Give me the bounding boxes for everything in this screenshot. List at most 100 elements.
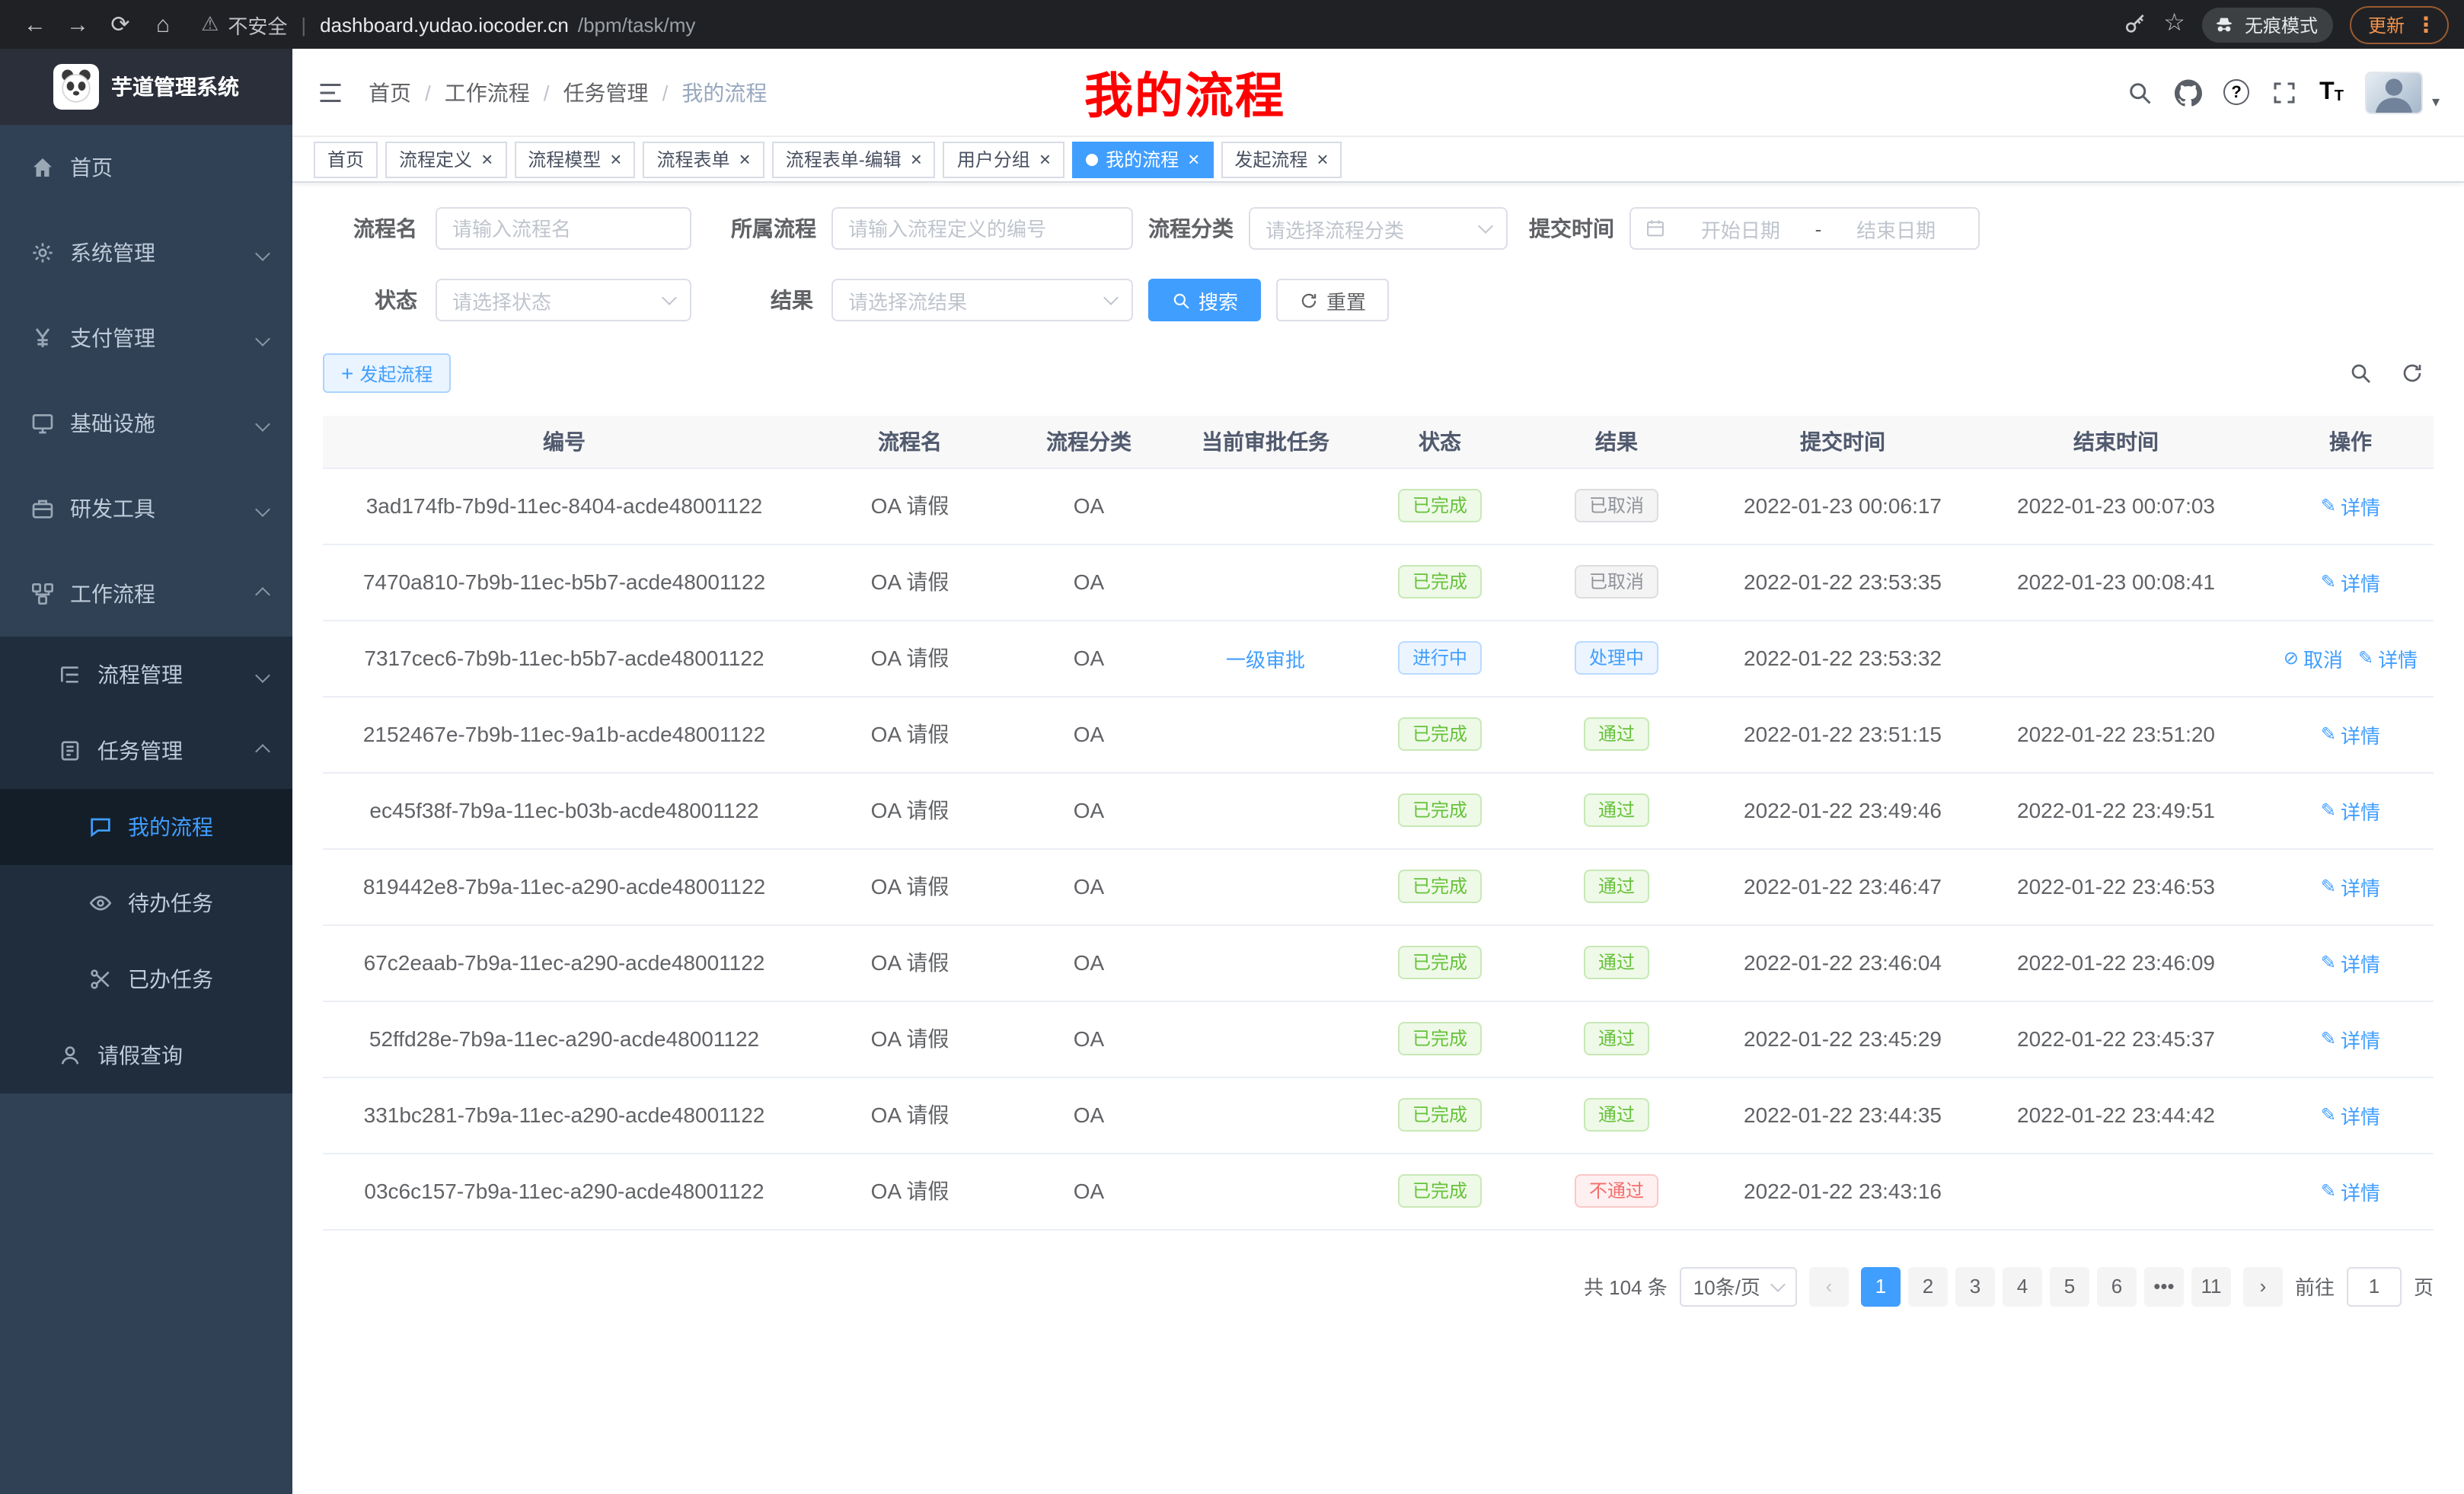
hamburger-icon[interactable]: [317, 78, 344, 106]
tab-process-definition[interactable]: 流程定义×: [385, 141, 506, 177]
submit-time-range-picker[interactable]: 开始日期 - 结束日期: [1629, 207, 1980, 250]
category-select[interactable]: 请选择流程分类: [1249, 207, 1508, 250]
close-icon[interactable]: ×: [739, 149, 751, 169]
result-select[interactable]: 请选择流结果: [831, 279, 1133, 321]
next-page-button[interactable]: ›: [2243, 1266, 2283, 1306]
toolbar-refresh-button[interactable]: [2400, 361, 2424, 385]
process-name-input[interactable]: [436, 207, 691, 250]
page-button-11[interactable]: 11: [2191, 1266, 2231, 1306]
detail-link[interactable]: ✎详情: [2321, 567, 2380, 596]
fullscreen-icon[interactable]: [2271, 78, 2298, 106]
help-icon[interactable]: ?: [2223, 79, 2249, 105]
address-bar[interactable]: ⚠ 不安全 | dashboard.yudao.iocoder.cn/bpm/t…: [201, 10, 2119, 39]
detail-link[interactable]: ✎详情: [2321, 1100, 2380, 1129]
page-ellipsis[interactable]: •••: [2144, 1266, 2184, 1306]
security-label[interactable]: 不安全: [228, 10, 287, 39]
sidebar-item-infrastructure[interactable]: 基础设施: [0, 381, 292, 466]
breadcrumb-item[interactable]: 首页: [369, 77, 411, 107]
close-icon[interactable]: ×: [1317, 149, 1328, 169]
close-icon[interactable]: ×: [1039, 149, 1051, 169]
back-icon[interactable]: ←: [15, 5, 55, 44]
reset-button[interactable]: 重置: [1276, 279, 1389, 321]
sidebar-item-todo-tasks[interactable]: 待办任务: [0, 865, 292, 941]
browser-home-icon[interactable]: ⌂: [143, 5, 183, 44]
page-size-select[interactable]: 10条/页: [1680, 1266, 1797, 1306]
sidebar-item-process-mgmt[interactable]: 流程管理: [0, 637, 292, 713]
cell-submit-time: 2022-01-22 23:51:15: [1721, 696, 1964, 772]
cell-status: 已完成: [1368, 772, 1512, 848]
action-label: 详情: [2341, 948, 2380, 977]
process-def-input[interactable]: [831, 207, 1133, 250]
goto-page-input[interactable]: [2347, 1266, 2402, 1306]
tab-user-group[interactable]: 用户分组×: [943, 141, 1064, 177]
table-row: 2152467e-7b9b-11ec-9a1b-acde48001122OA 请…: [323, 696, 2434, 772]
app-logo[interactable]: 芋道管理系统: [0, 49, 292, 125]
tab-process-form-edit[interactable]: 流程表单-编辑×: [772, 141, 936, 177]
browser-menu-button[interactable]: 更新 ⋮: [2350, 5, 2449, 43]
table-row: 52ffd28e-7b9a-11ec-a290-acde48001122OA 请…: [323, 1001, 2434, 1077]
breadcrumb-separator: /: [662, 80, 669, 104]
close-icon[interactable]: ×: [911, 149, 922, 169]
tab-start-process[interactable]: 发起流程×: [1221, 141, 1342, 177]
detail-link[interactable]: ✎详情: [2358, 643, 2418, 672]
caret-down-icon[interactable]: ▾: [2432, 94, 2440, 113]
toolbar-search-button[interactable]: [2348, 361, 2373, 385]
detail-link[interactable]: ✎详情: [2321, 491, 2380, 520]
sidebar-item-done-tasks[interactable]: 已办任务: [0, 941, 292, 1017]
detail-link[interactable]: ✎详情: [2321, 948, 2380, 977]
close-icon[interactable]: ×: [1188, 149, 1199, 169]
sidebar-item-label: 请假查询: [97, 1040, 183, 1071]
cancel-link[interactable]: ⊘取消: [2284, 643, 2343, 672]
avatar[interactable]: [2365, 71, 2423, 113]
page-button-3[interactable]: 3: [1955, 1266, 1995, 1306]
tab-process-form[interactable]: 流程表单×: [643, 141, 764, 177]
sidebar-item-workflow[interactable]: 工作流程: [0, 551, 292, 637]
current-task-link[interactable]: 一级审批: [1226, 643, 1305, 672]
key-icon[interactable]: [2122, 12, 2146, 37]
sidebar-item-home[interactable]: 首页: [0, 125, 292, 210]
breadcrumb-item[interactable]: 任务管理: [563, 77, 649, 107]
reload-icon[interactable]: ⟳: [101, 5, 140, 44]
breadcrumb-item[interactable]: 工作流程: [445, 77, 530, 107]
result-tag: 通过: [1585, 870, 1649, 903]
sidebar-item-dev-tools[interactable]: 研发工具: [0, 466, 292, 551]
status-tag: 进行中: [1399, 641, 1481, 675]
sidebar-item-task-mgmt[interactable]: 任务管理: [0, 713, 292, 789]
prev-page-button[interactable]: ‹: [1809, 1266, 1849, 1306]
forward-icon[interactable]: →: [58, 5, 97, 44]
detail-link[interactable]: ✎详情: [2321, 1024, 2380, 1053]
font-size-icon[interactable]: TT: [2319, 80, 2344, 104]
sidebar-item-payment[interactable]: 支付管理: [0, 295, 292, 381]
page-button-2[interactable]: 2: [1908, 1266, 1948, 1306]
cell-result: 通过: [1512, 924, 1721, 1001]
page-button-6[interactable]: 6: [2097, 1266, 2137, 1306]
sidebar-item-my-process[interactable]: 我的流程: [0, 789, 292, 865]
close-icon[interactable]: ×: [481, 149, 493, 169]
result-tag: 处理中: [1575, 641, 1658, 675]
sidebar-item-system[interactable]: 系统管理: [0, 210, 292, 295]
detail-link[interactable]: ✎详情: [2321, 720, 2380, 749]
bookmark-star-icon[interactable]: ☆: [2163, 12, 2185, 37]
detail-link[interactable]: ✎详情: [2321, 1176, 2380, 1205]
close-icon[interactable]: ×: [610, 149, 621, 169]
result-tag: 通过: [1585, 946, 1649, 979]
sidebar-item-leave-query[interactable]: 请假查询: [0, 1017, 292, 1093]
tab-process-model[interactable]: 流程模型×: [514, 141, 635, 177]
detail-link[interactable]: ✎详情: [2321, 872, 2380, 901]
page-button-4[interactable]: 4: [2003, 1266, 2042, 1306]
tab-my-process[interactable]: 我的流程×: [1072, 141, 1213, 177]
cell-process-id: 2152467e-7b9b-11ec-9a1b-acde48001122: [323, 696, 806, 772]
page-button-1[interactable]: 1: [1861, 1266, 1901, 1306]
github-icon[interactable]: [2175, 78, 2202, 106]
cell-end-time: 2022-01-22 23:44:42: [1964, 1077, 2268, 1153]
tab-home[interactable]: 首页: [314, 141, 378, 177]
action-label: 详情: [2341, 1100, 2380, 1129]
status-select[interactable]: 请选择状态: [436, 279, 691, 321]
create-process-button[interactable]: + 发起流程: [323, 353, 451, 393]
header-search-icon[interactable]: [2126, 78, 2153, 106]
search-button[interactable]: 搜索: [1148, 279, 1261, 321]
page-button-5[interactable]: 5: [2050, 1266, 2089, 1306]
status-tag: 已完成: [1399, 1098, 1481, 1132]
detail-link[interactable]: ✎详情: [2321, 796, 2380, 825]
eye-icon: [88, 891, 113, 915]
